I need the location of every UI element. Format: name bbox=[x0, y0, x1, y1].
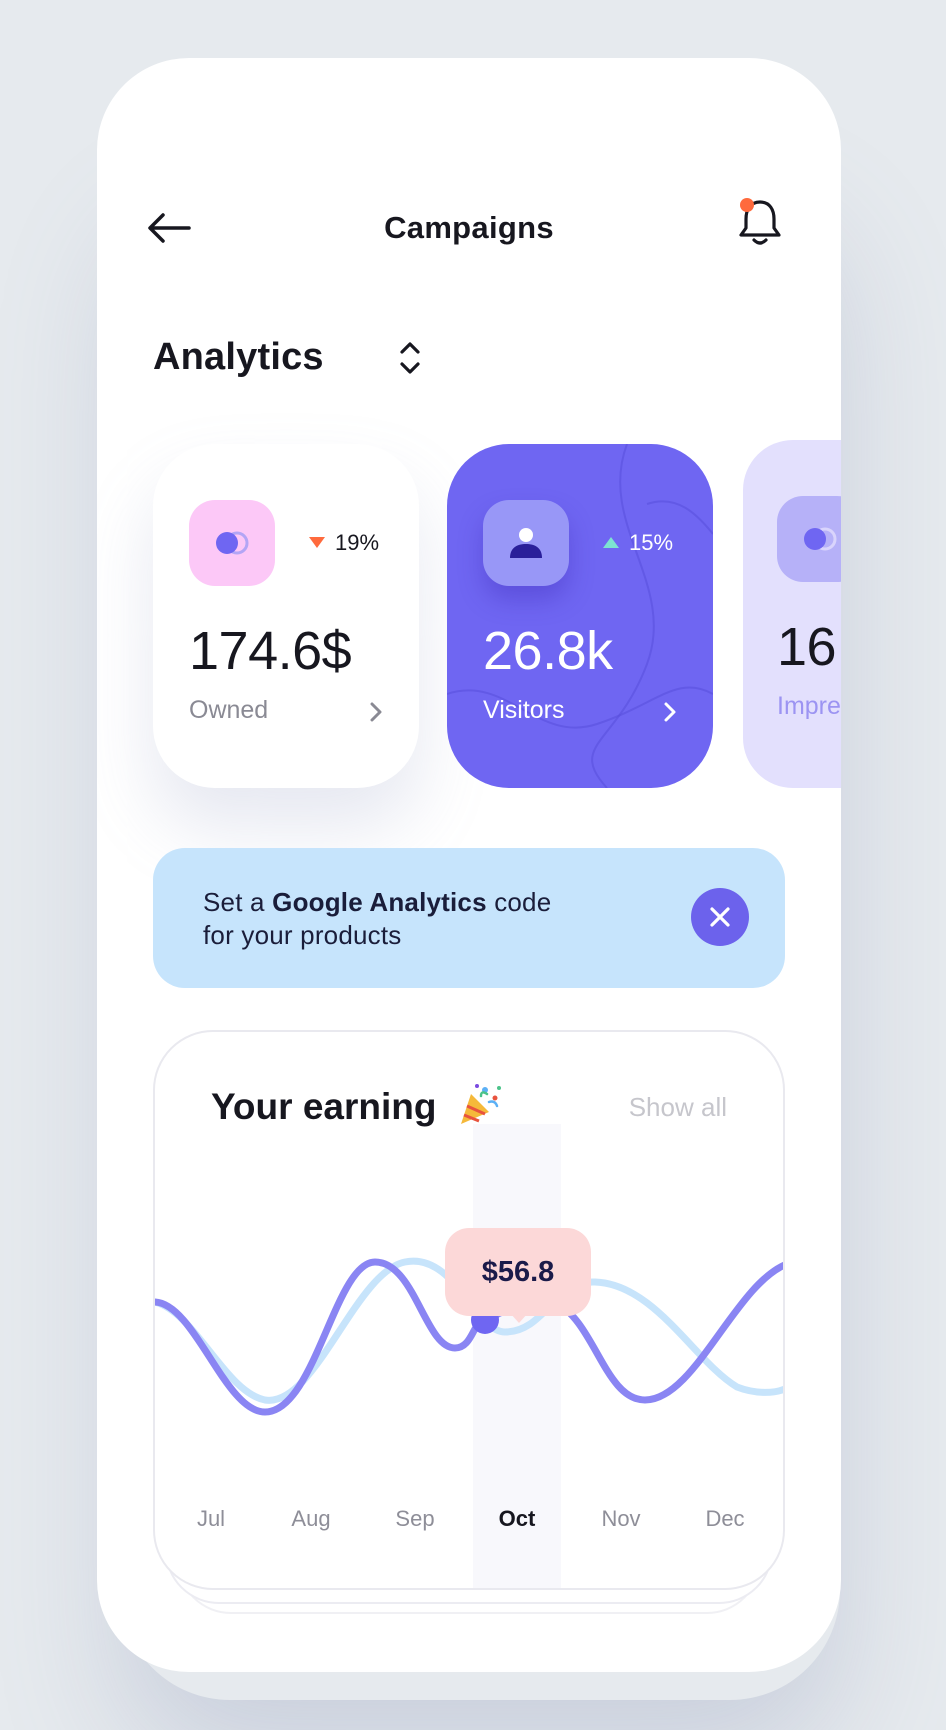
notifications-button[interactable] bbox=[735, 194, 785, 248]
toggle-icon bbox=[804, 527, 837, 551]
stat-card-owned[interactable]: 19% 174.6$ Owned bbox=[153, 444, 419, 788]
stat-cards-carousel[interactable]: 19% 174.6$ Owned 15% 26.8k Visitors 16 I… bbox=[97, 440, 841, 844]
card-value: 26.8k bbox=[483, 621, 613, 681]
month-label[interactable]: Dec bbox=[685, 1506, 765, 1532]
section-header: Analytics bbox=[153, 330, 553, 390]
banner-text-prefix: Set a bbox=[203, 887, 273, 917]
trend-value: 15% bbox=[629, 530, 674, 555]
page-title: Campaigns bbox=[384, 210, 554, 245]
stat-card-impressions[interactable]: 16. Impre bbox=[743, 440, 841, 788]
month-label[interactable]: Jul bbox=[171, 1506, 251, 1532]
month-label[interactable]: Sep bbox=[375, 1506, 455, 1532]
user-icon bbox=[510, 528, 542, 558]
bell-icon bbox=[739, 198, 781, 245]
google-analytics-banner: Set a Google Analytics code for your pro… bbox=[153, 848, 785, 988]
card-label: Impre bbox=[777, 692, 841, 720]
value-tooltip: $56.8 bbox=[445, 1228, 591, 1316]
banner-text-suffix: code bbox=[486, 887, 552, 917]
triangle-up-icon bbox=[603, 537, 619, 548]
trend-value: 19% bbox=[335, 530, 380, 555]
banner-close-button[interactable] bbox=[691, 888, 749, 946]
chevron-up-down-icon bbox=[400, 342, 420, 374]
earning-card: Your earning Show all $56.8 Jul Aug Sep … bbox=[153, 1030, 785, 1590]
card-icon-bg bbox=[777, 496, 841, 582]
month-label[interactable]: Nov bbox=[581, 1506, 661, 1532]
trend-indicator: 15% bbox=[603, 530, 673, 556]
section-title: Analytics bbox=[153, 336, 324, 378]
tooltip-tail bbox=[510, 1313, 528, 1323]
card-value: 174.6$ bbox=[189, 621, 352, 681]
phone-screen: Campaigns Analytics 19% 174.6$ Owned 15%… bbox=[97, 58, 841, 1672]
trend-indicator: 19% bbox=[309, 530, 379, 556]
notification-dot bbox=[740, 198, 754, 212]
card-pattern bbox=[447, 444, 713, 788]
toggle-icon bbox=[216, 531, 249, 555]
card-label: Owned bbox=[189, 696, 269, 724]
banner-text-line2: for your products bbox=[203, 920, 402, 950]
chevron-right-icon[interactable] bbox=[367, 700, 385, 724]
chevron-right-icon[interactable] bbox=[661, 700, 679, 724]
month-label-active[interactable]: Oct bbox=[477, 1506, 557, 1532]
triangle-down-icon bbox=[309, 537, 325, 548]
close-icon bbox=[710, 907, 730, 927]
month-label[interactable]: Aug bbox=[271, 1506, 351, 1532]
banner-text: Set a Google Analytics code for your pro… bbox=[203, 886, 551, 952]
card-icon-bg bbox=[483, 500, 569, 586]
stat-card-visitors[interactable]: 15% 26.8k Visitors bbox=[447, 444, 713, 788]
card-value: 16. bbox=[777, 617, 841, 677]
banner-text-bold[interactable]: Google Analytics bbox=[272, 887, 487, 917]
sort-toggle-button[interactable] bbox=[393, 336, 427, 380]
card-icon-bg bbox=[189, 500, 275, 586]
top-bar: Campaigns bbox=[97, 188, 841, 268]
card-label: Visitors bbox=[483, 696, 565, 724]
